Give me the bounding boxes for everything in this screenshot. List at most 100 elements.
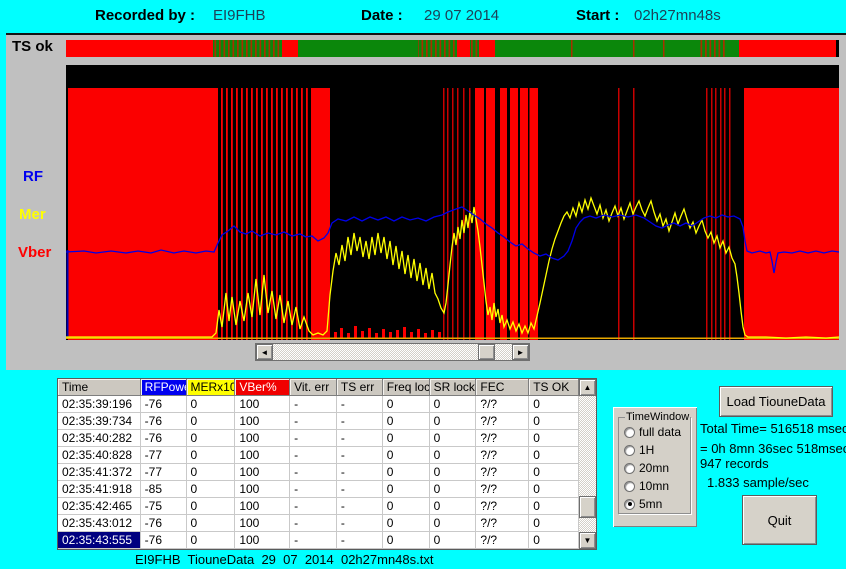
- table-cell: 0: [383, 413, 430, 430]
- column-header-sr-lock[interactable]: SR lock: [430, 379, 477, 396]
- date-value: 29 07 2014: [424, 7, 499, 24]
- scroll-right-button[interactable]: ►: [512, 344, 529, 360]
- radio-label: 1H: [639, 443, 654, 457]
- table-row[interactable]: 02:35:42:465-750100--00?/?0: [58, 498, 579, 515]
- radio-label: 5mn: [639, 497, 662, 511]
- table-cell: -76: [141, 532, 187, 549]
- table-cell: 0: [187, 515, 236, 532]
- table-row[interactable]: 02:35:40:828-770100--00?/?0: [58, 447, 579, 464]
- mer-label: Mer: [19, 206, 46, 223]
- table-row[interactable]: 02:35:43:555-760100--00?/?0: [58, 532, 579, 549]
- table-cell: -: [290, 430, 337, 447]
- records-count-text: 947 records: [700, 456, 769, 471]
- table-cell: -77: [141, 464, 187, 481]
- table-cell: 0: [187, 447, 236, 464]
- table-cell: 02:35:42:465: [58, 498, 141, 515]
- table-cell: 0: [187, 396, 236, 413]
- table-cell: 0: [529, 396, 579, 413]
- column-header-ts-err[interactable]: TS err: [337, 379, 383, 396]
- column-header-freq-lock[interactable]: Freq lock: [383, 379, 430, 396]
- table-cell: 100: [235, 515, 290, 532]
- recorded-by-value: EI9FHB: [213, 7, 266, 24]
- table-cell: -: [290, 481, 337, 498]
- radio-option-20mn[interactable]: 20mn: [624, 459, 690, 477]
- table-cell: 100: [235, 447, 290, 464]
- table-row[interactable]: 02:35:43:012-760100--00?/?0: [58, 515, 579, 532]
- table-cell: ?/?: [476, 498, 529, 515]
- signal-chart: [66, 65, 839, 340]
- column-header-vit-err[interactable]: Vit. err: [290, 379, 337, 396]
- column-header-merx10[interactable]: MERx10: [187, 379, 236, 396]
- column-header-ts-ok[interactable]: TS OK: [529, 379, 579, 396]
- radio-icon: [624, 463, 635, 474]
- radio-label: 10mn: [639, 479, 669, 493]
- radio-icon: [624, 445, 635, 456]
- table-cell: -: [290, 498, 337, 515]
- column-header-vber-[interactable]: VBer%: [235, 379, 290, 396]
- table-grid: TimeRFPowerMERx10VBer%Vit. errTS errFreq…: [58, 379, 579, 549]
- radio-option-10mn[interactable]: 10mn: [624, 477, 690, 495]
- table-row[interactable]: 02:35:41:918-850100--00?/?0: [58, 481, 579, 498]
- start-label: Start :: [576, 7, 619, 24]
- time-window-title: TimeWindow: [625, 411, 690, 423]
- table-cell: 0: [383, 498, 430, 515]
- table-cell: 02:35:43:555: [58, 532, 141, 549]
- table-cell: 0: [529, 413, 579, 430]
- table-cell: ?/?: [476, 430, 529, 447]
- time-window-panel: TimeWindow full data 1H 20mn 10mn 5mn: [613, 407, 697, 527]
- radio-option-1H[interactable]: 1H: [624, 441, 690, 459]
- chart-hscrollbar[interactable]: ◄ ►: [255, 343, 530, 361]
- table-cell: 0: [187, 498, 236, 515]
- radio-option-5mn[interactable]: 5mn: [624, 495, 690, 513]
- radio-option-full-data[interactable]: full data: [624, 423, 690, 441]
- table-cell: 0: [529, 447, 579, 464]
- table-cell: 0: [187, 481, 236, 498]
- ts-ok-label: TS ok: [12, 38, 53, 55]
- hscroll-track[interactable]: [273, 344, 512, 360]
- load-tiounedata-button[interactable]: Load TiouneData: [719, 386, 833, 417]
- table-row[interactable]: 02:35:40:282-760100--00?/?0: [58, 430, 579, 447]
- table-row[interactable]: 02:35:39:734-760100--00?/?0: [58, 413, 579, 430]
- column-header-fec[interactable]: FEC: [476, 379, 529, 396]
- table-cell: 02:35:39:196: [58, 396, 141, 413]
- table-cell: 100: [235, 464, 290, 481]
- column-header-time[interactable]: Time: [58, 379, 141, 396]
- table-cell: -76: [141, 430, 187, 447]
- table-cell: 0: [430, 498, 477, 515]
- column-header-rfpower[interactable]: RFPower: [141, 379, 187, 396]
- table-cell: -: [337, 464, 383, 481]
- table-cell: 0: [430, 447, 477, 464]
- scroll-down-button[interactable]: ▼: [579, 532, 596, 549]
- left-arrow-icon: ◄: [261, 348, 269, 357]
- scroll-up-button[interactable]: ▲: [579, 379, 596, 396]
- table-cell: 0: [383, 532, 430, 549]
- vscroll-thumb[interactable]: [579, 496, 596, 518]
- table-cell: 0: [187, 464, 236, 481]
- table-cell: 100: [235, 413, 290, 430]
- vscroll-track[interactable]: [579, 396, 596, 532]
- table-cell: 0: [430, 481, 477, 498]
- table-row[interactable]: 02:35:41:372-770100--00?/?0: [58, 464, 579, 481]
- sample-rate-text: 1.833 sample/sec: [707, 475, 809, 490]
- table-cell: -: [337, 430, 383, 447]
- table-cell: 0: [187, 430, 236, 447]
- time-window-group: TimeWindow full data 1H 20mn 10mn 5mn: [618, 411, 691, 514]
- table-cell: -: [290, 532, 337, 549]
- start-value: 02h27mn48s: [634, 7, 721, 24]
- header-bar: Recorded by : EI9FHB Date : 29 07 2014 S…: [0, 0, 846, 32]
- table-cell: 100: [235, 532, 290, 549]
- rf-label: RF: [23, 168, 43, 185]
- quit-button[interactable]: Quit: [742, 495, 817, 545]
- radio-icon: [624, 481, 635, 492]
- table-cell: -85: [141, 481, 187, 498]
- hscroll-thumb[interactable]: [478, 344, 495, 360]
- ts-status-strip: [66, 40, 839, 57]
- table-row[interactable]: 02:35:39:196-760100--00?/?0: [58, 396, 579, 413]
- scroll-left-button[interactable]: ◄: [256, 344, 273, 360]
- table-cell: 0: [187, 532, 236, 549]
- table-cell: 0: [529, 481, 579, 498]
- table-cell: -76: [141, 413, 187, 430]
- table-cell: 0: [430, 464, 477, 481]
- table-vscrollbar[interactable]: ▲ ▼: [579, 379, 596, 549]
- table-cell: 02:35:41:372: [58, 464, 141, 481]
